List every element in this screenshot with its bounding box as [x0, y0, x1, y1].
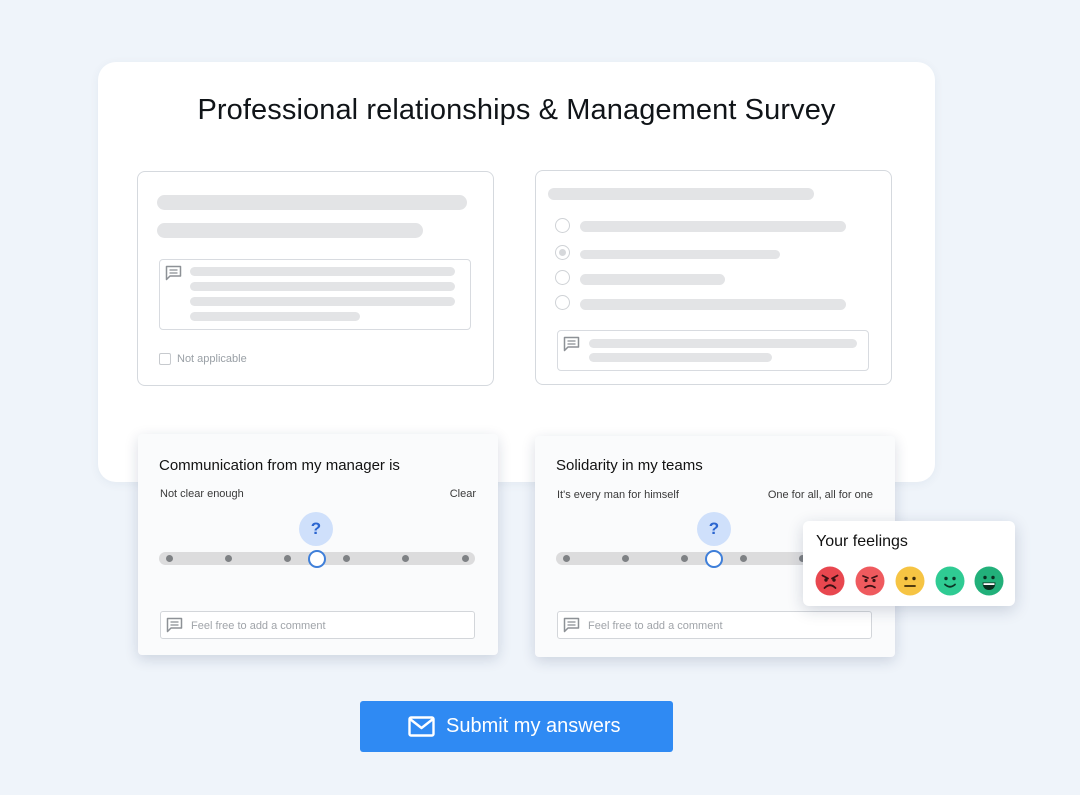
- comment-icon: [166, 617, 183, 633]
- skeleton-line: [190, 282, 455, 291]
- angry-face-icon[interactable]: [855, 566, 885, 596]
- slider-step-dot[interactable]: [224, 555, 232, 562]
- mail-icon: [408, 716, 435, 737]
- slider-step-dot[interactable]: [283, 555, 291, 562]
- skeleton-line: [157, 195, 467, 210]
- radio-option-2[interactable]: [555, 245, 570, 260]
- not-applicable-label: Not applicable: [177, 353, 247, 365]
- slider-step-dot[interactable]: [165, 555, 173, 562]
- not-applicable-checkbox[interactable]: [159, 353, 171, 365]
- survey-title: Professional relationships & Management …: [197, 94, 836, 126]
- feelings-popup: Your feelings: [803, 521, 1015, 606]
- radio-option-1[interactable]: [555, 218, 570, 233]
- scale-min-label: Not clear enough: [160, 488, 244, 500]
- skeleton-line: [190, 312, 360, 321]
- very-angry-face-icon[interactable]: [815, 566, 845, 596]
- comment-input[interactable]: Feel free to add a comment: [160, 611, 475, 639]
- question-title: Communication from my manager is: [159, 457, 400, 474]
- radio-option-4[interactable]: [555, 295, 570, 310]
- radio-option-3[interactable]: [555, 270, 570, 285]
- comment-icon: [165, 265, 182, 281]
- question-card-communication: Communication from my manager is Not cle…: [138, 434, 498, 655]
- slider-step-dot[interactable]: [621, 555, 629, 562]
- submit-button[interactable]: Submit my answers: [360, 701, 673, 752]
- skeleton-line: [589, 339, 857, 348]
- skeleton-line: [589, 353, 772, 362]
- smiling-face-icon[interactable]: [935, 566, 965, 596]
- skeleton-line: [548, 188, 814, 200]
- skeleton-line: [580, 221, 846, 232]
- submit-label: Submit my answers: [446, 715, 621, 737]
- comment-placeholder: Feel free to add a comment: [191, 620, 326, 632]
- grinning-face-icon[interactable]: [974, 566, 1004, 596]
- question-title: Solidarity in my teams: [556, 457, 703, 474]
- slider-step-dot[interactable]: [562, 555, 570, 562]
- skeleton-line: [580, 250, 780, 259]
- slider-handle[interactable]: [705, 549, 723, 568]
- choice-question-panel: [535, 170, 892, 385]
- scale-max-label: Clear: [449, 488, 476, 500]
- open-question-panel: Not applicable: [137, 171, 494, 386]
- slider-step-dot[interactable]: [680, 555, 688, 562]
- comment-placeholder: Feel free to add a comment: [588, 620, 723, 632]
- slider-handle[interactable]: [308, 549, 326, 568]
- skeleton-line: [157, 223, 423, 238]
- slider-step-dot[interactable]: [461, 555, 469, 562]
- skeleton-line: [580, 274, 725, 285]
- skeleton-line: [580, 299, 846, 310]
- survey-card: Professional relationships & Management …: [98, 62, 935, 482]
- skeleton-line: [190, 297, 455, 306]
- scale-min-label: It's every man for himself: [557, 489, 679, 501]
- comment-icon: [563, 336, 580, 352]
- feelings-title: Your feelings: [816, 533, 908, 550]
- open-answer-box[interactable]: [159, 259, 471, 330]
- skeleton-line: [190, 267, 455, 276]
- help-question-bubble[interactable]: ?: [299, 512, 333, 546]
- comment-input[interactable]: Feel free to add a comment: [557, 611, 872, 639]
- choice-comment-box[interactable]: [557, 330, 869, 371]
- help-question-bubble[interactable]: ?: [697, 512, 731, 546]
- scale-max-label: One for all, all for one: [767, 489, 873, 501]
- neutral-face-icon[interactable]: [895, 566, 925, 596]
- comment-icon: [563, 617, 580, 633]
